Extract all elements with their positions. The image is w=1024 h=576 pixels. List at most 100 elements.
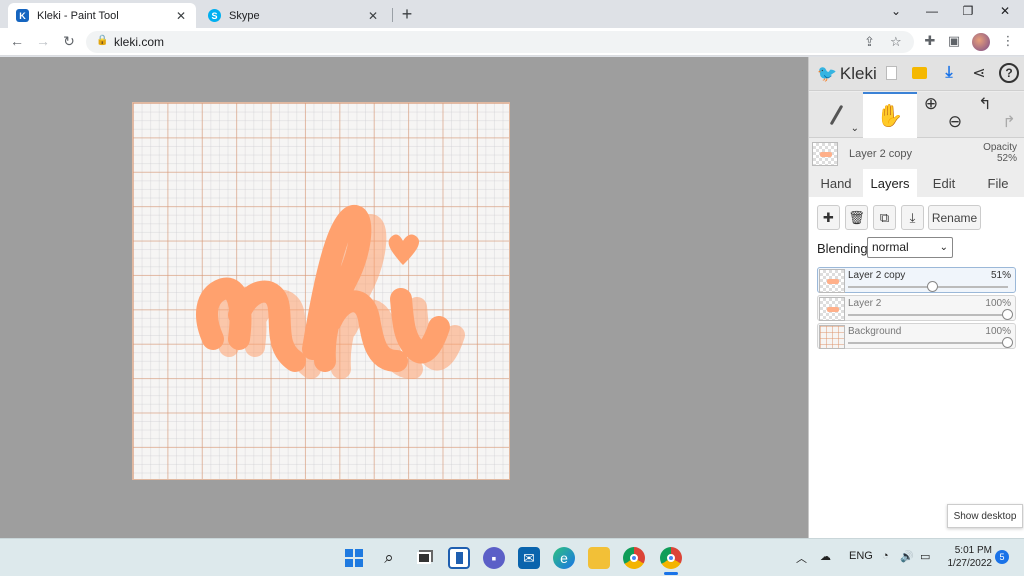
chevron-up-icon[interactable]: ︿	[796, 550, 807, 566]
blending-value: normal	[872, 240, 909, 254]
add-layer-button[interactable]: ✚	[817, 205, 840, 230]
tab-separator	[392, 8, 393, 22]
brush-tool-button[interactable]: ⌄	[809, 92, 863, 138]
undo-button[interactable]: ↰	[975, 92, 995, 116]
layer-thumbnail	[819, 297, 845, 321]
layer-row[interactable]: Layer 2 100%	[817, 295, 1016, 321]
layer-row[interactable]: Layer 2 copy 51%	[817, 267, 1016, 293]
share-icon[interactable]: ⋖	[969, 63, 989, 83]
forward-button[interactable]: →	[34, 33, 52, 49]
tab-kleki[interactable]: K Kleki - Paint Tool ✕	[8, 3, 196, 28]
drawing-canvas[interactable]	[132, 102, 510, 480]
kleki-favicon-icon: K	[16, 9, 29, 22]
share-page-icon[interactable]: ⇪	[864, 34, 875, 50]
tab-title: Kleki - Paint Tool	[37, 9, 119, 22]
tab-skype[interactable]: S Skype ✕	[200, 3, 388, 28]
active-app-indicator	[664, 572, 678, 575]
layer-opacity: 100%	[985, 326, 1011, 337]
kleki-bird-icon: 🐦	[817, 66, 837, 83]
current-layer-name: Layer 2 copy	[849, 148, 912, 160]
rename-button[interactable]: Rename	[928, 205, 981, 230]
chrome-icon[interactable]	[623, 547, 645, 569]
layer-opacity-slider[interactable]	[927, 281, 938, 292]
duplicate-layer-button[interactable]: ⧉	[873, 205, 896, 230]
profile-avatar[interactable]	[972, 33, 990, 51]
close-tab-icon[interactable]: ✕	[174, 9, 188, 23]
blending-label: Blending	[817, 241, 868, 256]
volume-icon[interactable]: 🔊	[900, 550, 914, 563]
layer-opacity-track[interactable]	[848, 314, 1008, 316]
layer-opacity-slider[interactable]	[1002, 337, 1013, 348]
lock-icon: 🔒	[96, 35, 109, 46]
hand-icon: ✋	[876, 103, 904, 128]
current-layer-thumbnail	[812, 142, 838, 166]
windows-start-icon[interactable]	[343, 547, 365, 569]
teams-chat-icon[interactable]: ▪	[483, 547, 505, 569]
chrome-profile-icon[interactable]	[660, 547, 682, 569]
brush-icon	[829, 104, 843, 126]
restore-button[interactable]: ❐	[958, 4, 978, 18]
download-icon[interactable]: ⤓	[939, 63, 959, 83]
blending-select[interactable]: normal ⌄	[867, 237, 953, 258]
widgets-icon[interactable]	[448, 547, 470, 569]
layer-name: Background	[848, 326, 902, 337]
address-bar[interactable]: 🔒 kleki.com ⇪ ☆	[86, 31, 914, 53]
hand-tool-button[interactable]: ✋	[863, 92, 917, 138]
notification-badge[interactable]: 5	[995, 550, 1009, 564]
layer-opacity-track[interactable]	[848, 342, 1008, 344]
task-view-icon[interactable]	[413, 547, 435, 569]
tab-edit[interactable]: Edit	[917, 169, 971, 197]
delete-layer-button[interactable]: 🗑	[845, 205, 868, 230]
search-icon[interactable]: ⌕	[378, 547, 400, 569]
tab-search-icon[interactable]: ⌄	[886, 4, 906, 18]
tab-strip: K Kleki - Paint Tool ✕ S Skype ✕ + ⌄ — ❐…	[0, 0, 1024, 28]
side-panel-icon[interactable]: ▣	[946, 33, 962, 49]
opacity-value: 52%	[996, 153, 1017, 164]
browser-toolbar: ← → ↻ 🔒 kleki.com ⇪ ☆ ✚ ▣ ⋮	[0, 28, 1024, 56]
tab-hand[interactable]: Hand	[809, 169, 863, 197]
mail-icon[interactable]: ✉	[518, 547, 540, 569]
layer-name: Layer 2 copy	[848, 270, 906, 281]
window-close-button[interactable]: ✕	[995, 4, 1015, 18]
layers-panel: ✚ 🗑 ⧉ ⤓ Rename Blending normal ⌄ Layer 2…	[809, 197, 1024, 538]
layer-opacity-slider[interactable]	[1002, 309, 1013, 320]
redo-button[interactable]: ↱	[999, 110, 1019, 134]
back-button[interactable]: ←	[8, 33, 26, 49]
tab-layers[interactable]: Layers	[863, 169, 917, 197]
clock-time: 5:01 PM	[954, 545, 992, 556]
bookmark-star-icon[interactable]: ☆	[890, 34, 902, 50]
canvas-artwork	[196, 204, 465, 379]
file-explorer-icon[interactable]	[588, 547, 610, 569]
extensions-icon[interactable]: ✚	[922, 33, 938, 49]
menu-kebab-icon[interactable]: ⋮	[1000, 33, 1016, 49]
layer-opacity: 100%	[985, 298, 1011, 309]
zoom-in-button[interactable]: ⊕	[921, 92, 941, 116]
canvas-workspace[interactable]	[0, 57, 808, 538]
kleki-sidebar: 🐦 Kleki ⤓ ⋖ ? ⌄ ✋ ⊕ ⊖ ↰ ↱ Layer 2 copy O…	[808, 57, 1024, 538]
chevron-down-icon: ⌄	[939, 242, 948, 253]
wifi-icon[interactable]: ◔	[882, 550, 889, 562]
opacity-label: Opacity	[983, 142, 1017, 153]
minimize-button[interactable]: —	[922, 4, 942, 18]
onedrive-cloud-icon[interactable]: ☁	[820, 550, 831, 563]
layer-opacity: 51%	[990, 270, 1011, 281]
merge-layer-button[interactable]: ⤓	[901, 205, 924, 230]
close-tab-icon[interactable]: ✕	[366, 9, 380, 23]
reload-button[interactable]: ↻	[60, 33, 78, 50]
opacity-readout: Opacity 52%	[983, 142, 1017, 164]
kleki-logo: 🐦 Kleki	[817, 64, 877, 84]
new-tab-button[interactable]: +	[398, 5, 416, 23]
new-image-icon[interactable]	[881, 63, 901, 83]
open-folder-icon[interactable]	[909, 63, 929, 83]
zoom-out-button[interactable]: ⊖	[945, 110, 965, 134]
chevron-down-icon[interactable]: ⌄	[851, 123, 859, 134]
help-icon[interactable]: ?	[999, 63, 1019, 83]
layer-row[interactable]: Background 100%	[817, 323, 1016, 349]
system-clock[interactable]: 5:01 PM 1/27/2022	[944, 544, 993, 570]
language-indicator[interactable]: ENG	[849, 550, 873, 562]
layer-thumbnail	[819, 269, 845, 293]
current-layer-info: Layer 2 copy Opacity 52%	[809, 139, 1024, 169]
edge-icon[interactable]: e	[553, 547, 575, 569]
battery-icon[interactable]: ▭	[920, 550, 930, 563]
tab-file[interactable]: File	[971, 169, 1024, 197]
